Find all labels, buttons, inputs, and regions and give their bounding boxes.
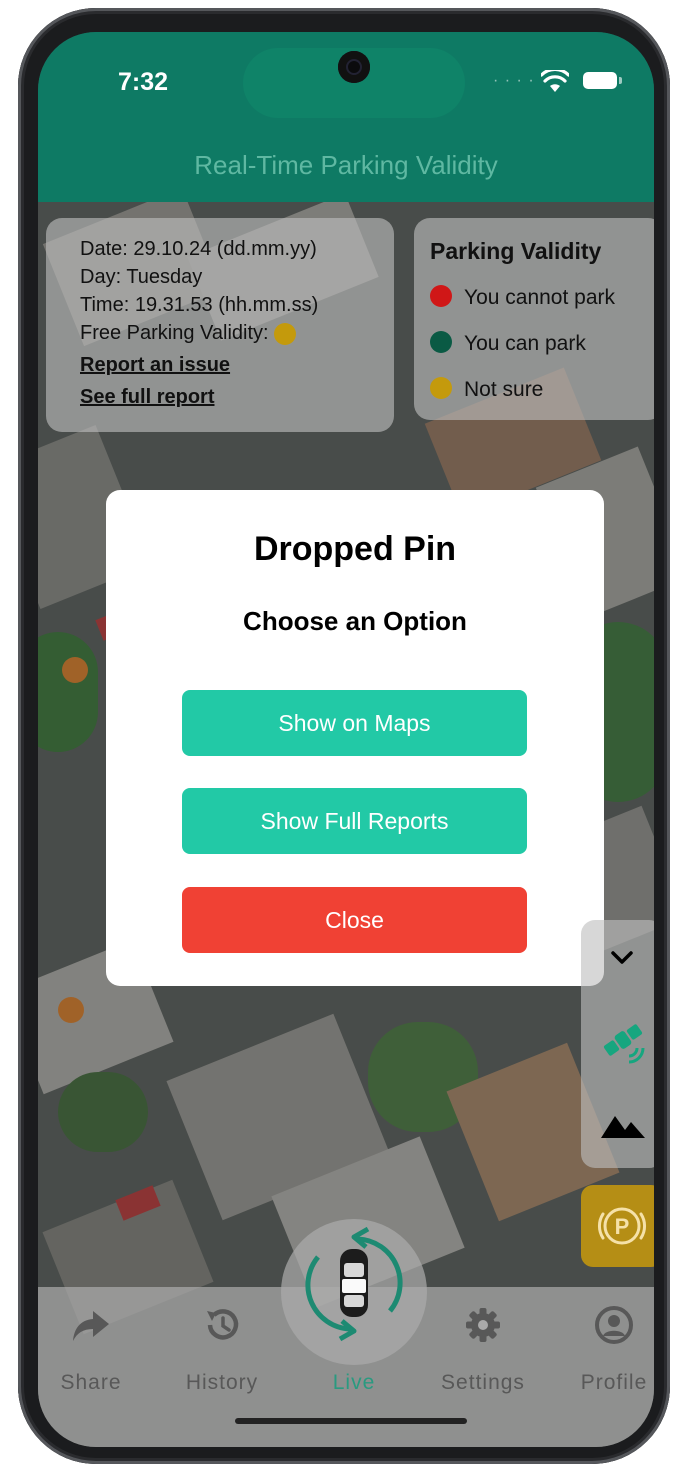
chevron-down-icon[interactable] — [607, 948, 637, 968]
page-title: Real-Time Parking Validity — [194, 150, 498, 180]
green-dot-icon — [430, 331, 452, 354]
wifi-icon — [541, 70, 569, 92]
legend-label: You cannot park — [464, 286, 616, 309]
svg-text:P: P — [615, 1214, 630, 1239]
validity-status-dot — [274, 322, 297, 345]
gear-icon — [466, 1308, 500, 1342]
home-indicator[interactable] — [235, 1418, 467, 1424]
legend-label: You can park — [464, 332, 586, 355]
red-dot-icon — [430, 285, 452, 308]
info-day: Day: Tuesday — [80, 266, 203, 288]
terrain-icon[interactable] — [599, 1110, 647, 1140]
camera-icon — [338, 51, 370, 83]
history-icon — [207, 1309, 239, 1340]
tab-label: History — [185, 1371, 259, 1394]
tab-label: Profile — [580, 1371, 648, 1394]
info-validity: Free Parking Validity: — [80, 322, 297, 345]
show-full-reports-button[interactable]: Show Full Reports — [182, 788, 527, 854]
map-controls-panel — [581, 920, 654, 1168]
dialog-subtitle: Choose an Option — [243, 606, 467, 636]
tab-label: Share — [60, 1371, 122, 1394]
yellow-dot-icon — [430, 377, 452, 400]
dialog-title: Dropped Pin — [253, 530, 457, 568]
show-on-maps-button[interactable]: Show on Maps — [182, 690, 527, 756]
app-screen: 7:32 · · · · Real-Time Parking Validity … — [38, 32, 654, 1447]
info-date: Date: 29.10.24 (dd.mm.yy) — [80, 238, 317, 260]
legend-item: Not sure — [430, 377, 544, 402]
tab-label: Settings — [441, 1371, 525, 1394]
parking-info-card: Date: 29.10.24 (dd.mm.yy) Day: Tuesday T… — [46, 218, 394, 432]
tab-live[interactable]: Live — [294, 1226, 414, 1417]
signal-icon: · · · · — [493, 72, 535, 89]
parking-validity-legend: Parking Validity You cannot park You can… — [414, 218, 654, 420]
legend-item: You cannot park — [430, 285, 616, 310]
legend-item: You can park — [430, 331, 586, 356]
close-button[interactable]: Close — [182, 887, 527, 953]
tab-settings[interactable]: Settings — [423, 1287, 543, 1417]
profile-icon — [595, 1306, 633, 1344]
tab-profile[interactable]: Profile — [554, 1287, 654, 1417]
live-car-icon — [305, 1226, 403, 1342]
tab-label: Live — [332, 1371, 376, 1394]
battery-icon — [583, 72, 622, 89]
dropped-pin-dialog: Dropped Pin Choose an Option Show on Map… — [106, 490, 604, 986]
parking-icon: P — [598, 1207, 646, 1245]
app-header: 7:32 · · · · Real-Time Parking Validity — [38, 32, 654, 202]
see-full-report-link[interactable]: See full report — [80, 386, 214, 409]
status-time: 7:32 — [118, 68, 169, 96]
report-issue-link[interactable]: Report an issue — [80, 354, 230, 377]
tab-history[interactable]: History — [162, 1287, 282, 1417]
legend-title: Parking Validity — [430, 238, 602, 264]
info-time: Time: 19.31.53 (hh.mm.ss) — [80, 294, 319, 316]
share-icon — [73, 1311, 109, 1341]
satellite-icon[interactable] — [599, 1016, 647, 1064]
validity-label: Free Parking Validity: — [80, 322, 269, 344]
parking-button[interactable]: P — [581, 1185, 654, 1267]
legend-label: Not sure — [464, 378, 544, 401]
tab-share[interactable]: Share — [38, 1287, 151, 1417]
